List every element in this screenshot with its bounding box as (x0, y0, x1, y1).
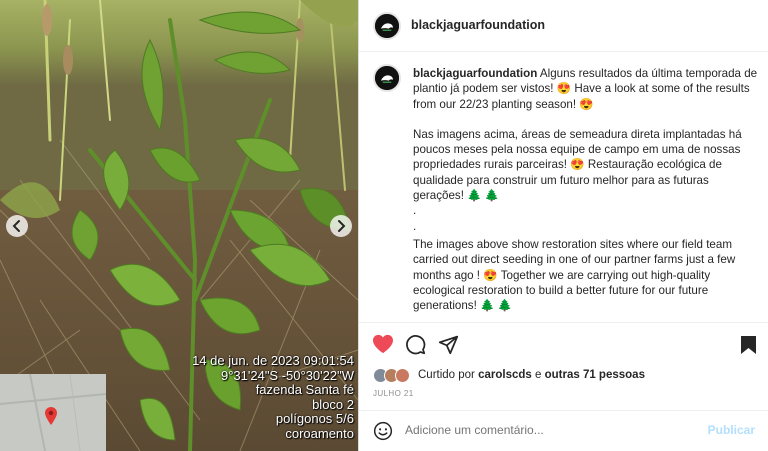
stamp-coordinates: 9°31'24"S -50°30'22"W (220, 367, 354, 383)
post-caption: blackjaguarfoundation Alguns resultados … (413, 66, 758, 313)
post-actions (359, 322, 768, 366)
stamp-date: 14 de jun. de 2023 09:01:54 (192, 353, 354, 368)
liker-avatar (395, 368, 410, 383)
avatar[interactable] (373, 12, 401, 40)
stamp-block: bloco 2 (312, 396, 354, 412)
chevron-left-icon (12, 220, 20, 232)
post-header: blackjaguarfoundation (359, 0, 768, 52)
likes-conjunction: e (535, 369, 542, 381)
stamp-polygons: polígonos 5/6 (275, 411, 354, 426)
photo-timestamp-overlay: 14 de jun. de 2023 09:01:54 9°31'24"S -5… (192, 353, 354, 441)
heart-icon[interactable] (372, 334, 394, 354)
caption-dot: . (413, 219, 417, 233)
jaguar-logo-icon (375, 66, 399, 90)
map-thumbnail (0, 374, 106, 451)
caption-username[interactable]: blackjaguarfoundation (413, 67, 537, 80)
previous-image-button[interactable] (6, 215, 28, 237)
likes-others-link[interactable]: outras 71 pessoas (545, 369, 645, 381)
stamp-activity: coroamento (285, 425, 354, 441)
header-username[interactable]: blackjaguarfoundation (411, 18, 545, 32)
bookmark-icon[interactable] (740, 335, 757, 355)
comment-bar: Publicar (359, 410, 768, 451)
caption-text-pt: Nas imagens acima, áreas de semeadura di… (413, 127, 742, 203)
stamp-farm: fazenda Santa fé (255, 382, 354, 397)
next-image-button[interactable] (330, 215, 352, 237)
jaguar-logo-icon (375, 14, 399, 38)
post-photo[interactable]: 14 de jun. de 2023 09:01:54 9°31'24"S -5… (0, 0, 358, 451)
post-date[interactable]: JULHO 21 (373, 389, 414, 398)
chevron-right-icon (338, 220, 346, 232)
smiley-icon[interactable] (373, 421, 393, 441)
map-pin-icon (45, 407, 57, 425)
caption-text-en: The images above show restoration sites … (413, 237, 736, 313)
comment-input[interactable] (405, 423, 695, 437)
comment-icon[interactable] (405, 334, 426, 355)
paper-plane-icon[interactable] (438, 334, 459, 355)
publish-button[interactable]: Publicar (708, 423, 755, 437)
likes-user-link[interactable]: carolscds (478, 369, 532, 381)
post-details-panel: blackjaguarfoundation blackjaguarfoundat… (358, 0, 768, 451)
caption-avatar[interactable] (373, 64, 401, 92)
caption-dot: . (413, 204, 417, 218)
likes-prefix: Curtido por (418, 369, 475, 381)
